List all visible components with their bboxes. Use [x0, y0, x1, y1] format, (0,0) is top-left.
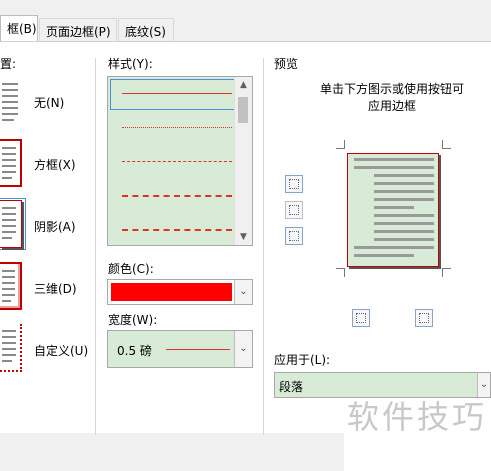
corner-mark [336, 140, 345, 149]
left-border-button[interactable] [352, 309, 370, 327]
tab-shading[interactable]: 底纹(S) [118, 18, 174, 41]
text-line [374, 198, 434, 201]
text-line [354, 246, 434, 249]
width-line-sample [166, 349, 230, 350]
tab-shading-label: 底纹(S) [125, 25, 166, 39]
setting-box-icon[interactable] [0, 139, 22, 187]
text-line [354, 254, 414, 257]
text-line [374, 206, 414, 209]
apply-to-value: 段落 [279, 380, 304, 394]
text-line [374, 238, 434, 241]
tab-page-border-label: 页面边框(P) [46, 25, 111, 39]
color-dropdown[interactable]: ⌄ [107, 279, 253, 305]
style-dotted-line[interactable] [122, 127, 232, 128]
setting-3d-label[interactable]: 三维(D) [34, 280, 77, 297]
scroll-down-icon[interactable]: ▼ [235, 229, 252, 245]
setting-none-icon[interactable] [0, 77, 22, 125]
style-list[interactable]: ▲ ▼ [107, 76, 253, 246]
width-dropdown[interactable]: 0.5 磅 ⌄ [107, 330, 253, 368]
width-value: 0.5 磅 [117, 344, 152, 358]
text-line [374, 222, 434, 225]
setting-shadow-icon[interactable] [0, 200, 22, 248]
setting-box-label[interactable]: 方框(X) [34, 156, 76, 173]
setting-label: 置: [0, 57, 17, 71]
setting-custom-icon[interactable] [0, 324, 22, 372]
style-dash-line[interactable] [122, 195, 232, 197]
setting-custom-label[interactable]: 自定义(U) [34, 342, 88, 359]
width-label: 宽度(W): [108, 313, 158, 327]
text-line [374, 190, 434, 193]
scroll-thumb[interactable] [238, 97, 248, 123]
setting-3d-icon[interactable] [0, 262, 22, 310]
style-label: 样式(Y): [108, 57, 153, 71]
tab-borders[interactable]: 框(B) [0, 15, 38, 42]
style-small-dash-line[interactable] [122, 161, 232, 162]
text-line [354, 158, 434, 161]
tab-page-border[interactable]: 页面边框(P) [39, 18, 117, 41]
top-border-button[interactable] [285, 175, 303, 193]
chevron-down-icon[interactable]: ⌄ [234, 280, 252, 304]
chevron-down-icon[interactable]: ⌄ [234, 331, 252, 367]
preview-label: 预览 [274, 57, 299, 71]
preview-instruction: 单击下方图示或使用按钮可 应用边框 [319, 82, 464, 113]
color-label: 颜色(C): [108, 262, 154, 276]
corner-mark [442, 268, 451, 277]
preview-page[interactable] [347, 153, 439, 267]
style-solid-line[interactable] [122, 93, 232, 94]
corner-mark [442, 140, 451, 149]
style-dash-dot-line[interactable] [122, 229, 232, 231]
text-line [374, 214, 434, 217]
right-border-button[interactable] [415, 309, 433, 327]
text-line [374, 182, 434, 185]
corner-mark [336, 268, 345, 277]
style-list-scrollbar[interactable]: ▲ ▼ [234, 77, 252, 245]
scroll-up-icon[interactable]: ▲ [235, 77, 252, 93]
text-line [374, 230, 434, 233]
horizontal-inside-border-button[interactable] [285, 201, 303, 219]
watermark-text: 软件技巧 [347, 398, 488, 436]
separator-2 [263, 58, 264, 435]
color-swatch [111, 283, 232, 301]
bottom-border-button[interactable] [285, 227, 303, 245]
text-line [374, 174, 434, 177]
setting-shadow-label[interactable]: 阴影(A) [34, 218, 76, 235]
text-line [354, 166, 434, 169]
setting-none-label[interactable]: 无(N) [34, 94, 64, 111]
style-list-selection [110, 79, 235, 110]
separator-1 [95, 58, 96, 435]
apply-to-label: 应用于(L): [274, 353, 331, 367]
tab-borders-label: 框(B) [7, 22, 37, 36]
